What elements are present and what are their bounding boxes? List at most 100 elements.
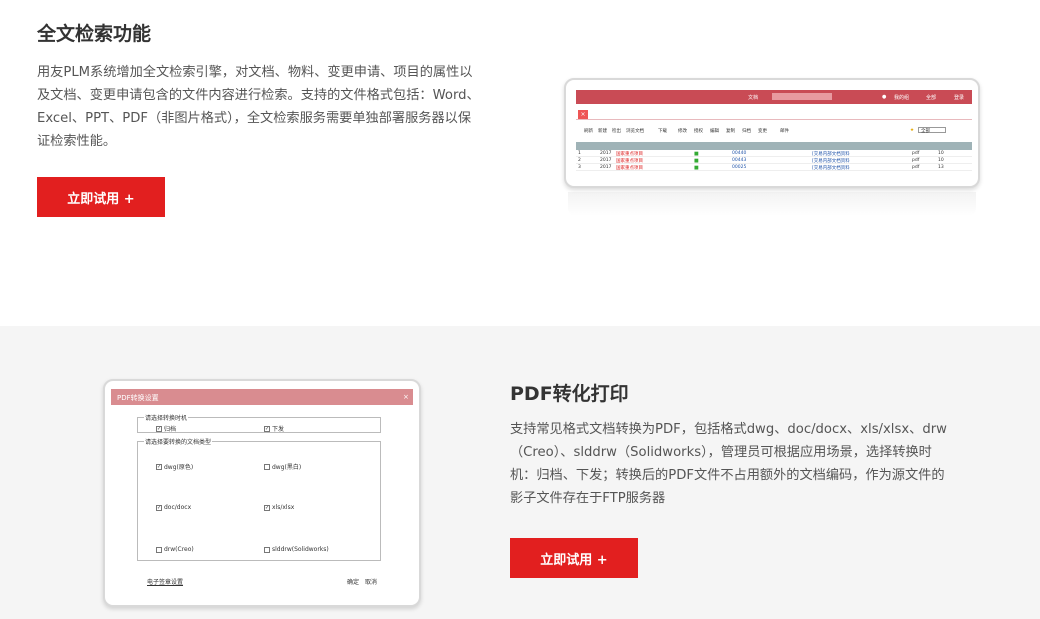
option-label: dwg(原色) (164, 464, 194, 471)
timing-group-legend: 请选择转换时机 (144, 413, 189, 422)
option-issue: ✓ 下发 (264, 424, 284, 433)
fulltext-search-description: 用友PLM系统增加全文检索引擎，对文档、物料、变更申请、项目的属性以 及文档、变… (37, 61, 522, 153)
option-type: drw(Creo) (156, 546, 194, 553)
cell-no: 2 (578, 158, 581, 163)
fulltext-search-screenshot: 文档 ● 我的组 全部 登录 × 刷新 新建 检出 浏览文档 下载 修改 授权 … (564, 78, 980, 188)
close-icon: × (403, 393, 409, 401)
desc-line: 支持常见格式文档转换为PDF，包括格式dwg、doc/docx、xls/xlsx… (510, 422, 947, 437)
desc-line: Excel、PPT、PDF（非图片格式），全文检索服务需要单独部署服务器以保 (37, 111, 472, 126)
pdf-conversion-screenshot: PDF转换设置 × 请选择转换时机 ✓ 归档 ✓ 下发 请选择要转换的文档类型 ✓ d… (103, 379, 421, 607)
desc-line: 及文档、变更申请包含的文件内容进行检索。支持的文件格式包括：Word、 (37, 88, 480, 103)
checkbox-checked-icon: ✓ (264, 504, 270, 511)
tab-bar: × (576, 110, 972, 120)
cell-year: 2017 (600, 158, 612, 163)
search-box-mini (772, 93, 832, 100)
cell-num: 13 (938, 165, 944, 170)
desc-line: 机：归档、下发；转换后的PDF文件不占用额外的文档编码，作为源文件的 (510, 468, 945, 483)
top-item: 文档 (748, 95, 759, 101)
dialog-title: PDF转换设置 (117, 394, 159, 402)
cell-num: 10 (938, 158, 944, 163)
file-icon: ■ (694, 165, 699, 171)
checkbox-checked-icon: ✓ (156, 425, 162, 432)
checkbox-checked-icon: ✓ (156, 463, 162, 470)
result-table: 1 2017 国家重点项目 ■ 00440 [交易内部文档资料 pdf 10 2… (576, 142, 972, 171)
option-label: 下发 (272, 426, 285, 433)
toolbar-item: 授权 (694, 129, 703, 134)
cell-name: 国家重点项目 (616, 166, 643, 171)
cell-code: 00025 (732, 165, 747, 170)
fulltext-search-title: 全文检索功能 (37, 23, 152, 45)
top-item: 登录 (954, 95, 965, 101)
checkbox-icon (156, 546, 162, 553)
cell-year: 2017 (600, 151, 612, 156)
option-type: ✓ doc/docx (156, 504, 191, 511)
desc-line: （Creo）、slddrw（Solidworks），管理员可根据应用场景，选择转… (510, 445, 932, 460)
cell-desc: [交易内部文档资料 (812, 166, 850, 171)
try-now-button-1[interactable]: 立即试用 + (37, 177, 165, 217)
toolbar-item: 新建 (598, 129, 607, 134)
checkbox-icon (264, 546, 270, 553)
close-icon: × (578, 110, 588, 119)
cell-format: pdf (912, 158, 920, 163)
option-label: doc/docx (164, 504, 192, 511)
option-label: slddrw(Solidworks) (272, 546, 329, 553)
toolbar-item: 邮件 (780, 129, 789, 134)
cell-format: pdf (912, 165, 920, 170)
dialog-title-bar: PDF转换设置 × (111, 389, 413, 405)
cell-year: 2017 (600, 165, 612, 170)
option-label: 归档 (164, 426, 177, 433)
type-group: 请选择要转换的文档类型 ✓ dwg(原色) dwg(黑白) ✓ doc/docx ✓… (137, 437, 381, 561)
cell-code: 00443 (732, 158, 747, 163)
toolbar-item: 浏览文档 (626, 129, 644, 134)
top-item: 全部 (926, 95, 937, 101)
desc-line: 证检索性能。 (37, 134, 117, 149)
option-type: ✓ dwg(原色) (156, 462, 193, 471)
pdf-conversion-section: PDF转换设置 × 请选择转换时机 ✓ 归档 ✓ 下发 请选择要转换的文档类型 ✓ d… (0, 326, 1040, 619)
cell-no: 1 (578, 151, 581, 156)
fulltext-search-section: 全文检索功能 用友PLM系统增加全文检索引擎，对文档、物料、变更申请、项目的属性… (0, 0, 1040, 326)
toolbar-item: 刷新 (584, 129, 593, 134)
table-header (576, 142, 972, 150)
toolbar-item: 下载 (658, 129, 667, 134)
table-row: 1 2017 国家重点项目 ■ 00440 [交易内部文档资料 pdf 10 (576, 150, 972, 157)
toolbar-item: 复制 (726, 129, 735, 134)
checkbox-icon (264, 463, 270, 470)
cell-code: 00440 (732, 151, 747, 156)
option-label: dwg(黑白) (272, 464, 302, 471)
option-label: xls/xlsx (272, 504, 295, 511)
option-type: ✓ xls/xlsx (264, 504, 294, 511)
toolbar-item: 检出 (612, 129, 621, 134)
ok-button: 确定 (347, 579, 360, 586)
toolbar-item: 变更 (758, 129, 767, 134)
option-label: drw(Creo) (164, 546, 194, 553)
type-group-legend: 请选择要转换的文档类型 (144, 437, 213, 446)
desc-line: 影子文件存在于FTP服务器 (510, 491, 666, 506)
pdf-conversion-description: 支持常见格式文档转换为PDF，包括格式dwg、doc/docx、xls/xlsx… (510, 418, 1000, 510)
option-type: dwg(黑白) (264, 462, 301, 471)
screenshot-reflection (568, 192, 976, 216)
toolbar: 刷新 新建 检出 浏览文档 下载 修改 授权 编辑 复制 归档 变更 邮件 ★ … (576, 126, 972, 136)
cell-format: pdf (912, 151, 920, 156)
cell-num: 10 (938, 151, 944, 156)
checkbox-checked-icon: ✓ (156, 504, 162, 511)
star-icon: ★ (910, 128, 915, 133)
cancel-button: 取消 (365, 579, 378, 586)
screenshot-header-bar: 文档 ● 我的组 全部 登录 (576, 90, 972, 104)
pdf-conversion-title: PDF转化打印 (510, 383, 629, 405)
table-row: 3 2017 国家重点项目 ■ 00025 [交易内部文档资料 pdf 13 (576, 164, 972, 171)
try-now-button-2[interactable]: 立即试用 + (510, 538, 638, 578)
checkbox-checked-icon: ✓ (264, 425, 270, 432)
option-type: slddrw(Solidworks) (264, 546, 329, 553)
cell-no: 3 (578, 165, 581, 170)
timing-group: 请选择转换时机 ✓ 归档 ✓ 下发 (137, 413, 381, 433)
toolbar-item: 编辑 (710, 129, 719, 134)
user-icon: ● (882, 94, 887, 100)
toolbar-item: 修改 (678, 129, 687, 134)
toolbar-item: 归档 (742, 129, 751, 134)
table-row: 2 2017 国家重点项目 ■ 00443 [交易内部文档资料 pdf 10 (576, 157, 972, 164)
scope-select-value: 全部 (921, 129, 930, 134)
signature-settings-link: 电子签章设置 (147, 579, 184, 586)
option-archive: ✓ 归档 (156, 424, 176, 433)
desc-line: 用友PLM系统增加全文检索引擎，对文档、物料、变更申请、项目的属性以 (37, 65, 473, 80)
top-item: 我的组 (894, 95, 910, 101)
